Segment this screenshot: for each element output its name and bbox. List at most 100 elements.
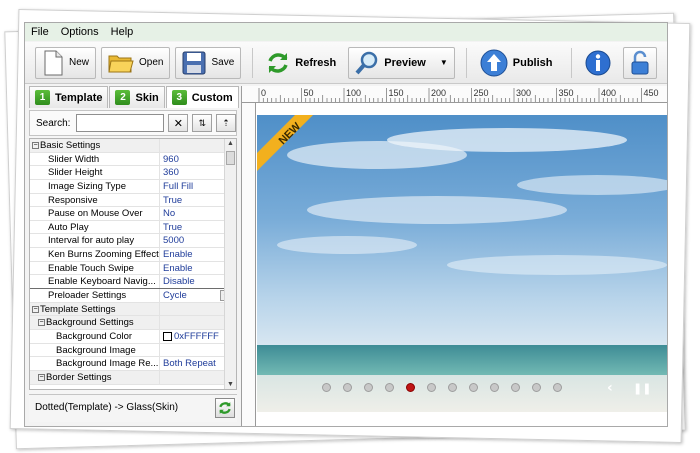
color-swatch[interactable]	[163, 331, 172, 341]
property-name: Background Image	[30, 343, 160, 357]
collapse-icon[interactable]: −	[38, 373, 45, 381]
property-name: Interval for auto play	[30, 234, 160, 248]
slider-preview[interactable]: ‹ ❚❚ NEW	[257, 115, 667, 412]
property-value-text: Cycle	[163, 290, 187, 302]
property-name: − Template Settings	[30, 302, 160, 316]
tab-number-badge: 1	[35, 90, 50, 105]
open-button[interactable]: Open	[101, 46, 171, 79]
search-input[interactable]	[76, 114, 165, 132]
sort-az-icon: ⇡	[222, 117, 230, 128]
property-value-text: No	[163, 208, 176, 220]
menu-bar: File Options Help	[25, 23, 667, 41]
property-row[interactable]: − Border Settings	[30, 370, 236, 385]
slider-bullet[interactable]	[406, 383, 415, 392]
toolbar: New Open Save Refresh Preview ▼ Publish	[25, 42, 667, 84]
ruler-label: 150	[389, 88, 404, 98]
collapse-icon[interactable]: −	[38, 319, 45, 327]
property-name-text: Background Color	[56, 330, 133, 342]
info-button[interactable]	[578, 47, 618, 79]
menu-file[interactable]: File	[31, 26, 49, 38]
property-row[interactable]: Image Sizing Type Full Fill	[30, 179, 236, 194]
property-name: Ken Burns Zooming Effect	[30, 248, 160, 261]
apply-refresh-button[interactable]	[215, 398, 235, 418]
property-row[interactable]: Interval for auto play 5000	[30, 234, 236, 249]
property-row[interactable]: Background Color 0xFFFFFF	[30, 329, 236, 344]
slider-bullet[interactable]	[322, 383, 331, 392]
property-row[interactable]: Responsive True	[30, 193, 236, 208]
property-value-text: 360	[163, 167, 179, 179]
slider-bullet[interactable]	[511, 383, 520, 392]
ruler-label: 200	[431, 88, 446, 98]
open-folder-icon	[108, 55, 134, 72]
status-text: Dotted(Template) -> Glass(Skin)	[35, 402, 179, 413]
property-row[interactable]: Slider Width 960	[30, 152, 236, 167]
property-name: Enable Keyboard Navig...	[30, 275, 160, 289]
property-row[interactable]: − Background Settings	[30, 316, 236, 330]
tab-custom[interactable]: 3 Custom	[165, 86, 239, 108]
ruler-label: 450	[644, 88, 659, 98]
property-row[interactable]: Preloader SettingsCycle···	[30, 288, 236, 304]
property-value-text: Both Repeat	[163, 358, 216, 370]
scroll-down-icon[interactable]: ▼	[226, 381, 235, 388]
menu-options[interactable]: Options	[61, 26, 99, 38]
property-row[interactable]: Auto Play True	[30, 220, 236, 235]
slider-bullet[interactable]	[553, 383, 562, 392]
new-button[interactable]: New	[35, 46, 97, 79]
scrollbar-thumb[interactable]	[226, 151, 235, 165]
pause-icon[interactable]: ❚❚	[633, 382, 651, 395]
tab-label: Skin	[135, 91, 159, 104]
left-panel: 1 Template 2 Skin 3 Custom Search: ✕ ⇅ ⇡…	[29, 86, 239, 422]
slider-bullet[interactable]	[532, 383, 541, 392]
new-ribbon-badge: NEW	[257, 115, 313, 171]
property-name: Auto Play	[30, 220, 160, 234]
property-row[interactable]: Background Image Re... Both Repeat	[30, 357, 236, 371]
sort-categorized-button[interactable]: ⇅	[192, 114, 213, 132]
collapse-icon[interactable]: −	[32, 141, 39, 149]
slider-bullet[interactable]	[364, 383, 373, 392]
property-name-text: Ken Burns Zooming Effect	[48, 249, 159, 261]
collapse-icon[interactable]: −	[32, 305, 39, 313]
slider-bullet[interactable]	[490, 383, 499, 392]
property-row[interactable]: − Template Settings	[30, 302, 236, 317]
property-name-text: Enable Keyboard Navig...	[48, 276, 156, 288]
property-row[interactable]: Pause on Mouse Over No	[30, 207, 236, 221]
publish-button-label: Publish	[512, 56, 553, 69]
slider-bullet[interactable]	[448, 383, 457, 392]
property-row[interactable]: Background Image	[30, 343, 236, 358]
slider-bullet[interactable]	[343, 383, 352, 392]
slider-bullet[interactable]	[427, 383, 436, 392]
refresh-button[interactable]: Refresh	[259, 47, 343, 79]
slider-bullet[interactable]	[469, 383, 478, 392]
app-window: File Options Help New Open Save Refresh …	[24, 22, 668, 427]
slider-bullet[interactable]	[385, 383, 394, 392]
property-row[interactable]: Ken Burns Zooming Effect Enable	[30, 248, 236, 262]
clear-search-button[interactable]: ✕	[168, 114, 189, 132]
prev-arrow-icon[interactable]: ‹	[607, 380, 613, 396]
property-value-text: Enable	[163, 262, 193, 274]
magnifier-icon	[355, 51, 378, 74]
tab-skin[interactable]: 2 Skin	[109, 86, 165, 108]
publish-button[interactable]: Publish	[473, 47, 560, 79]
menu-help[interactable]: Help	[111, 26, 134, 38]
property-grid-scrollbar[interactable]: ▲ ▼	[224, 139, 236, 389]
new-button-label: New	[69, 57, 90, 68]
vertical-ruler	[242, 103, 256, 426]
refresh-button-label: Refresh	[295, 56, 337, 69]
property-row[interactable]: Enable Keyboard Navig... Disable	[30, 275, 236, 290]
tab-template[interactable]: 1 Template	[29, 86, 109, 108]
new-file-icon	[44, 50, 63, 75]
ruler-label: 250	[474, 88, 489, 98]
preview-button[interactable]: Preview ▼	[348, 46, 455, 79]
property-name: − Border Settings	[30, 370, 160, 384]
lock-button[interactable]	[622, 46, 657, 79]
property-name: Pause on Mouse Over	[30, 207, 160, 220]
property-row[interactable]: Enable Touch Swipe Enable	[30, 261, 236, 276]
ruler-label: 400	[601, 88, 616, 98]
property-row[interactable]: − Basic Settings	[30, 139, 236, 153]
sort-alphabetical-button[interactable]: ⇡	[216, 114, 236, 132]
save-button[interactable]: Save	[175, 46, 242, 79]
property-row[interactable]: Slider Height 360	[30, 166, 236, 180]
property-name-text: Background Image Re...	[56, 358, 159, 370]
scroll-up-icon[interactable]: ▲	[226, 140, 235, 147]
preview-dropdown-icon[interactable]: ▼	[440, 58, 448, 67]
